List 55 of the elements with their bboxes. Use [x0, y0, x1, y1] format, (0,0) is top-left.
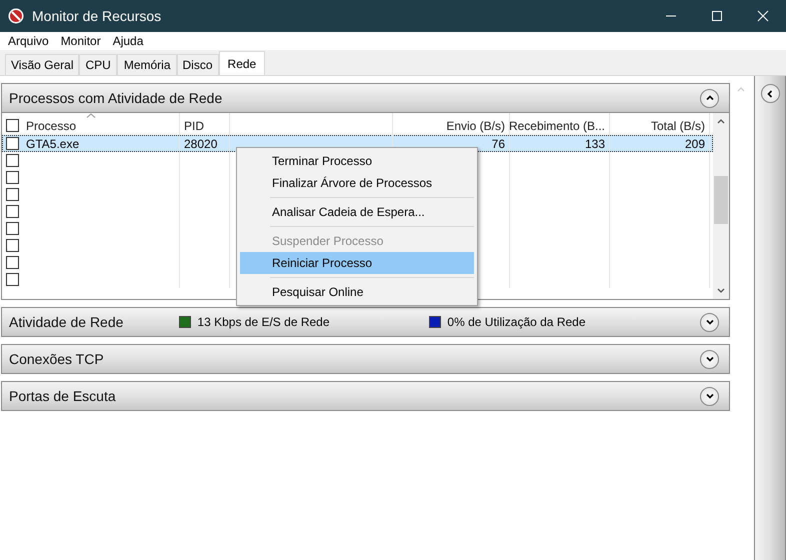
checkbox[interactable] — [6, 119, 19, 132]
table-cell: 133 — [584, 136, 605, 150]
tab[interactable]: CPU — [79, 54, 117, 75]
tab[interactable]: Visão Geral — [5, 54, 80, 75]
menu-item[interactable]: Pesquisar Online — [240, 281, 474, 303]
window-title: Monitor de Recursos — [32, 8, 162, 24]
menu-item[interactable]: Ajuda — [106, 34, 150, 48]
scrollbar[interactable] — [713, 113, 729, 299]
scrollbar-thumb[interactable] — [714, 176, 728, 224]
sort-icon — [86, 113, 96, 118]
app-icon — [8, 8, 24, 24]
table-cell: 76 — [492, 136, 505, 150]
table-cell: GTA5.exe — [26, 136, 80, 150]
table-cell: 209 — [684, 136, 705, 150]
expand-icon[interactable] — [700, 350, 720, 368]
checkbox[interactable] — [6, 273, 19, 286]
checkbox[interactable] — [6, 188, 19, 201]
checkbox[interactable] — [6, 205, 19, 218]
section-title: Portas de Escuta — [9, 388, 116, 404]
checkbox[interactable] — [6, 137, 19, 150]
collapse-icon[interactable] — [700, 88, 720, 108]
column-header[interactable]: Total (B/s) — [650, 118, 705, 132]
menu-item[interactable]: Terminar Processo — [240, 150, 474, 172]
menu-item[interactable]: Analisar Cadeia de Espera... — [240, 201, 474, 223]
section-title: Conexões TCP — [9, 351, 104, 367]
section-header[interactable]: Conexões TCP — [2, 345, 730, 373]
expand-icon[interactable] — [700, 312, 720, 332]
checkbox[interactable] — [6, 256, 19, 269]
tab[interactable]: Disco — [176, 54, 219, 75]
section-header[interactable]: Portas de Escuta — [2, 382, 730, 410]
column-header[interactable]: PID — [184, 118, 204, 132]
expand-icon[interactable] — [700, 386, 720, 406]
section-header[interactable]: Processos com Atividade de Rede — [2, 84, 730, 112]
column-header[interactable]: Envio (B/s) — [446, 118, 505, 132]
tab[interactable]: Memória — [116, 54, 177, 75]
expand-panel-icon[interactable] — [760, 84, 780, 103]
legend-label: 0% de Utilização da Rede — [447, 315, 586, 329]
checkbox[interactable] — [6, 239, 19, 252]
checkbox[interactable] — [6, 222, 19, 235]
tab[interactable]: Rede — [218, 51, 266, 75]
column-header[interactable]: Recebimento (B... — [508, 118, 605, 132]
section-title: Atividade de Rede — [9, 314, 124, 330]
legend-label: 13 Kbps de E/S de Rede — [197, 315, 330, 329]
column-header[interactable]: Processo — [26, 118, 76, 132]
menu-item[interactable]: Finalizar Árvore de Processos — [240, 172, 474, 194]
checkbox[interactable] — [6, 171, 19, 184]
checkbox[interactable] — [6, 154, 19, 167]
section-header[interactable]: Atividade de Rede 13 Kbps de E/S de Rede 0% de Utilização da Rede — [2, 308, 730, 336]
menu-item[interactable]: Monitor — [54, 34, 107, 48]
menu-item[interactable]: Reiniciar Processo — [240, 252, 474, 274]
section-title: Processos com Atividade de Rede — [9, 90, 222, 106]
scroll-down-icon[interactable] — [716, 287, 726, 295]
menu-item[interactable]: Arquivo — [2, 34, 55, 48]
scroll-up-icon[interactable] — [716, 117, 726, 125]
table-cell: 28020 — [184, 136, 218, 150]
